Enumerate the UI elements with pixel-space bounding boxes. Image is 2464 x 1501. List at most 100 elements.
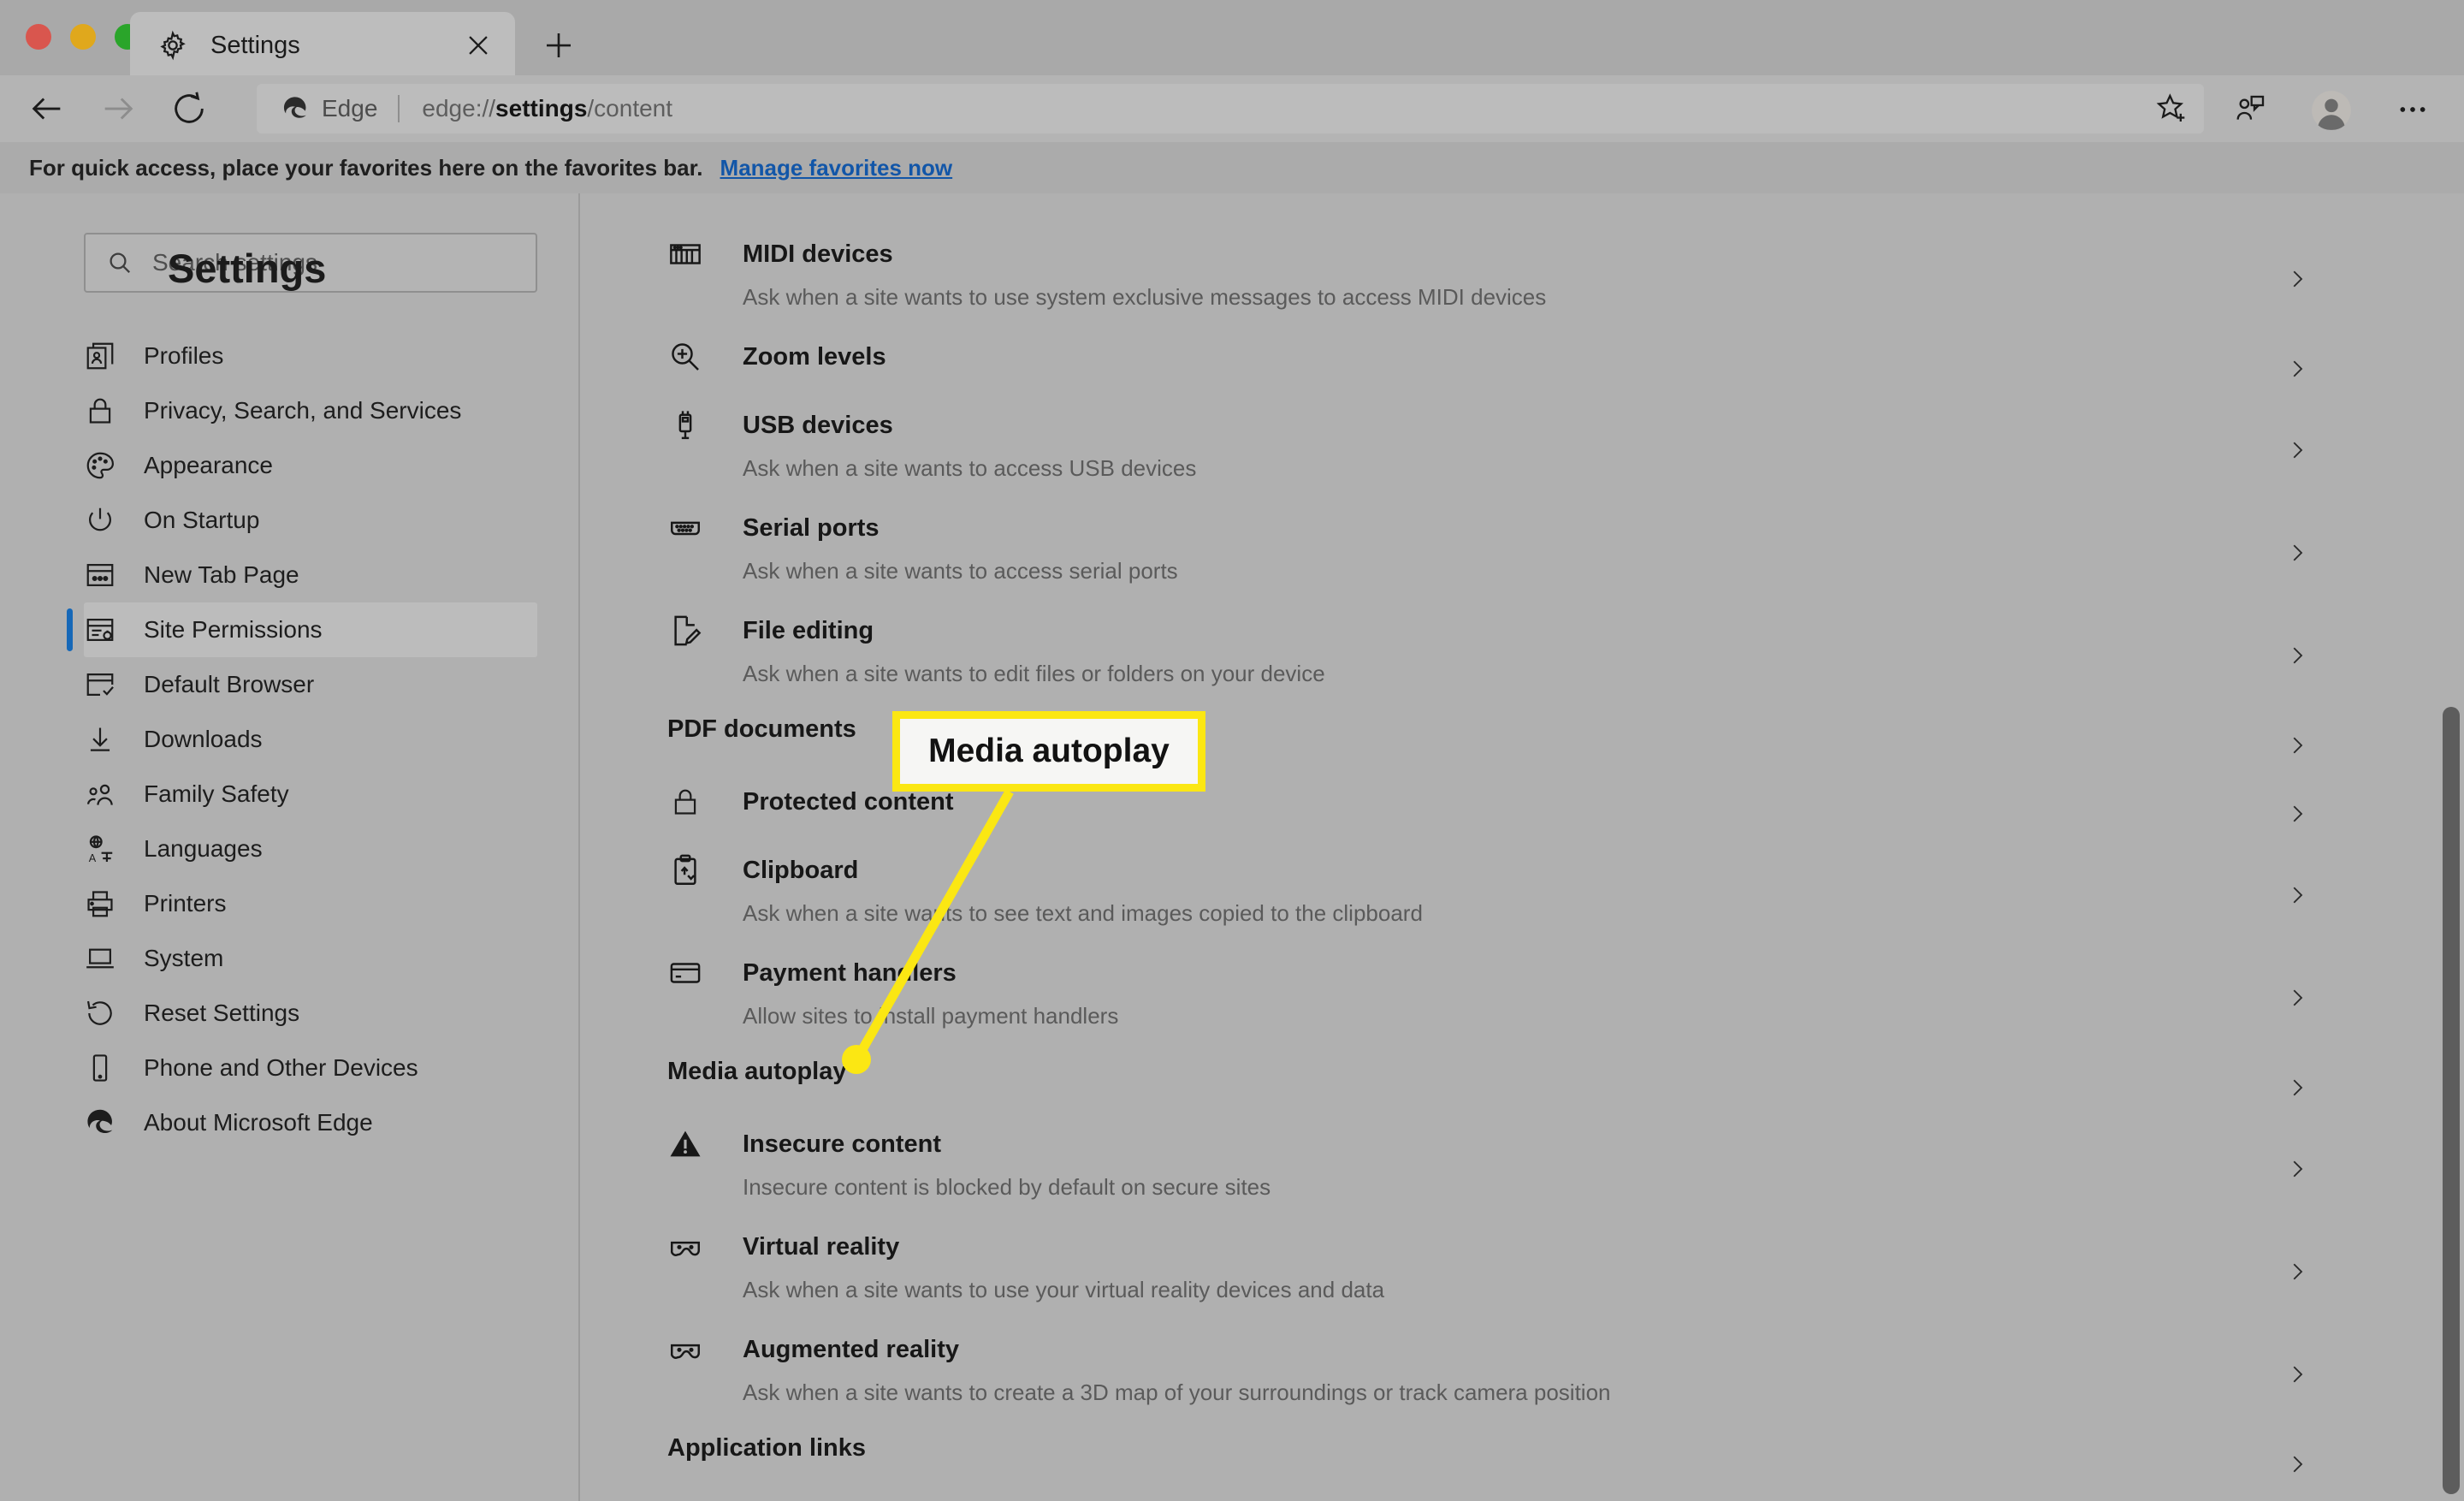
permission-description: Ask when a site wants to create a 3D map… bbox=[743, 1379, 1611, 1405]
permission-description: Allow sites to install payment handlers bbox=[743, 1003, 1119, 1029]
manage-favorites-link[interactable]: Manage favorites now bbox=[720, 155, 953, 181]
permission-row-protected-content[interactable]: Protected content bbox=[582, 784, 2464, 844]
permission-title: MIDI devices bbox=[743, 240, 893, 268]
permission-description: Ask when a site wants to access USB devi… bbox=[743, 455, 1197, 481]
permission-row-header: Application links bbox=[582, 1434, 2464, 1462]
reload-icon[interactable] bbox=[169, 89, 209, 128]
sidebar-item-label: Phone and Other Devices bbox=[144, 1054, 418, 1081]
permission-row-midi-devices[interactable]: MIDI devices Ask when a site wants to use… bbox=[582, 236, 2464, 330]
collections-icon[interactable] bbox=[2233, 92, 2267, 127]
sidebar-item-profiles[interactable]: Profiles bbox=[84, 329, 537, 383]
midi-icon bbox=[667, 236, 703, 272]
chevron-right-icon[interactable] bbox=[2284, 540, 2310, 566]
sidebar-item-downloads[interactable]: Downloads bbox=[84, 712, 537, 767]
sidebar-item-label: Reset Settings bbox=[144, 1000, 300, 1026]
forward-arrow-icon[interactable] bbox=[98, 89, 138, 128]
permission-row-usb-devices[interactable]: USB devices Ask when a site wants to acce… bbox=[582, 407, 2464, 501]
sidebar-item-on-startup[interactable]: On Startup bbox=[84, 493, 537, 548]
chevron-right-icon[interactable] bbox=[2284, 985, 2310, 1011]
permission-row-clipboard[interactable]: Clipboard Ask when a site wants to see te… bbox=[582, 852, 2464, 946]
settings-sidebar: Settings Profiles Privacy, Search, and Se… bbox=[0, 193, 580, 1501]
permission-title: USB devices bbox=[743, 411, 893, 439]
permission-row-virtual-reality[interactable]: Virtual reality Ask when a site wants to … bbox=[582, 1229, 2464, 1323]
chevron-right-icon[interactable] bbox=[2284, 1156, 2310, 1182]
permission-row-header: PDF documents bbox=[582, 715, 2464, 744]
svg-text:A: A bbox=[89, 852, 97, 864]
chevron-right-icon[interactable] bbox=[2284, 643, 2310, 668]
ar-icon bbox=[667, 1332, 703, 1368]
permission-row-header: Serial ports bbox=[582, 510, 2464, 546]
permission-description: Ask when a site wants to edit files or f… bbox=[743, 661, 1325, 686]
chevron-right-icon[interactable] bbox=[2284, 266, 2310, 292]
site-permissions-list: MIDI devices Ask when a site wants to use… bbox=[582, 193, 2464, 1501]
sidebar-item-label: Site Permissions bbox=[144, 616, 323, 643]
permission-row-header: Virtual reality bbox=[582, 1229, 2464, 1265]
avatar-icon[interactable] bbox=[2310, 89, 2353, 132]
chevron-right-icon[interactable] bbox=[2284, 1362, 2310, 1387]
permission-section-title: Media autoplay bbox=[667, 1058, 847, 1085]
permission-row-file-editing[interactable]: File editing Ask when a site wants to edi… bbox=[582, 613, 2464, 707]
chevron-right-icon[interactable] bbox=[2284, 801, 2310, 827]
chevron-right-icon[interactable] bbox=[2284, 1259, 2310, 1284]
sidebar-item-phone-and-other-devices[interactable]: Phone and Other Devices bbox=[84, 1041, 537, 1095]
chevron-right-icon[interactable] bbox=[2284, 882, 2310, 908]
back-arrow-icon[interactable] bbox=[27, 89, 67, 128]
clipboard-icon bbox=[667, 852, 703, 888]
permission-row-insecure-content[interactable]: Insecure content Insecure content is bloc… bbox=[582, 1126, 2464, 1220]
omnibox-divider bbox=[398, 95, 400, 122]
address-bar[interactable]: Edge edge://settings/content bbox=[257, 84, 2147, 133]
sidebar-item-system[interactable]: System bbox=[84, 931, 537, 986]
sidebar-item-privacy-search-and-services[interactable]: Privacy, Search, and Services bbox=[84, 383, 537, 438]
chevron-right-icon[interactable] bbox=[2284, 437, 2310, 463]
permission-row-header: File editing bbox=[582, 613, 2464, 649]
lock-icon bbox=[84, 395, 116, 427]
url-rest: /content bbox=[587, 95, 673, 122]
permission-row-application-links[interactable]: Application links bbox=[582, 1434, 2464, 1494]
scrollbar[interactable] bbox=[2438, 193, 2464, 1501]
chevron-right-icon[interactable] bbox=[2284, 1451, 2310, 1477]
permission-description: Ask when a site wants to see text and im… bbox=[743, 900, 1423, 926]
sidebar-item-family-safety[interactable]: Family Safety bbox=[84, 767, 537, 822]
sidebar-item-appearance[interactable]: Appearance bbox=[84, 438, 537, 493]
sidebar-item-label: System bbox=[144, 945, 224, 971]
page-title: Settings bbox=[168, 246, 327, 291]
sidebar-item-label: Printers bbox=[144, 890, 227, 917]
close-icon[interactable] bbox=[464, 31, 493, 60]
sidebar-item-reset-settings[interactable]: Reset Settings bbox=[84, 986, 537, 1041]
browser-tab-settings[interactable]: Settings bbox=[130, 12, 515, 79]
sidebar-item-about-microsoft-edge[interactable]: About Microsoft Edge bbox=[84, 1095, 537, 1150]
permission-row-pdf-documents[interactable]: PDF documents bbox=[582, 715, 2464, 775]
sidebar-item-new-tab-page[interactable]: New Tab Page bbox=[84, 548, 537, 602]
vr-icon bbox=[667, 1229, 703, 1265]
zoom-icon bbox=[667, 339, 703, 375]
brand-label: Edge bbox=[322, 95, 378, 122]
favorites-hint: For quick access, place your favorites h… bbox=[29, 154, 703, 181]
chevron-right-icon[interactable] bbox=[2284, 1075, 2310, 1101]
permission-description: Ask when a site wants to use system excl… bbox=[743, 284, 1547, 310]
star-add-icon[interactable] bbox=[2139, 84, 2204, 133]
plus-icon[interactable] bbox=[541, 27, 577, 63]
permission-description: Ask when a site wants to access serial p… bbox=[743, 558, 1178, 584]
ellipsis-icon[interactable] bbox=[2396, 92, 2430, 127]
permission-row-augmented-reality[interactable]: Augmented reality Ask when a site wants t… bbox=[582, 1332, 2464, 1426]
permission-row-payment-handlers[interactable]: Payment handlers Allow sites to install p… bbox=[582, 955, 2464, 1049]
permission-row-zoom-levels[interactable]: Zoom levels bbox=[582, 339, 2464, 399]
permission-row-serial-ports[interactable]: Serial ports Ask when a site wants to acc… bbox=[582, 510, 2464, 604]
permission-title: File editing bbox=[743, 616, 874, 644]
close-window-button[interactable] bbox=[26, 24, 51, 50]
chevron-right-icon[interactable] bbox=[2284, 733, 2310, 758]
permission-row-media-autoplay[interactable]: Media autoplay bbox=[582, 1058, 2464, 1118]
sidebar-item-label: Downloads bbox=[144, 726, 263, 752]
scrollbar-thumb[interactable] bbox=[2443, 707, 2460, 1494]
sidebar-item-site-permissions[interactable]: Site Permissions bbox=[67, 602, 537, 657]
palette-icon bbox=[84, 449, 116, 482]
browser-toolbar: Edge edge://settings/content bbox=[0, 75, 2464, 142]
lock-icon bbox=[667, 784, 703, 820]
minimize-window-button[interactable] bbox=[70, 24, 96, 50]
sidebar-item-label: Default Browser bbox=[144, 671, 315, 697]
sidebar-item-printers[interactable]: Printers bbox=[84, 876, 537, 931]
sidebar-item-languages[interactable]: A Languages bbox=[84, 822, 537, 876]
sidebar-item-default-browser[interactable]: Default Browser bbox=[84, 657, 537, 712]
window-controls bbox=[26, 24, 140, 50]
chevron-right-icon[interactable] bbox=[2284, 356, 2310, 382]
